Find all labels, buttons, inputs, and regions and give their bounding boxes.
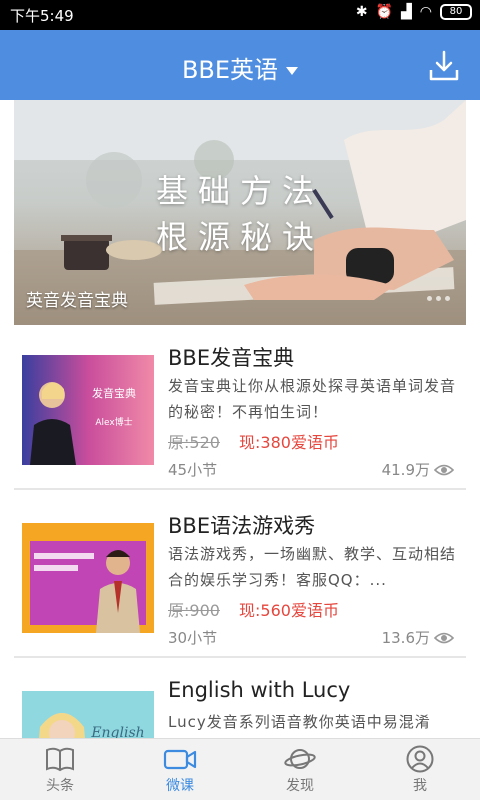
view-count: 41.9万: [382, 459, 454, 480]
original-price: 原:900: [168, 601, 220, 620]
tab-faxian[interactable]: 发现: [240, 739, 360, 800]
tab-label: 微课: [166, 778, 194, 794]
banner-headline-line1: 基础方法: [155, 172, 324, 210]
person-icon: [406, 745, 434, 773]
view-count: 13.6万: [382, 627, 454, 648]
course-thumbnail: [22, 523, 154, 633]
view-count-value: 13.6万: [381, 629, 430, 647]
tab-label: 发现: [286, 778, 314, 794]
status-time: 下午5:49: [10, 7, 74, 25]
tab-toutiao[interactable]: 头条: [0, 739, 120, 800]
banner-carousel[interactable]: 基础方法 根源秘诀 英音发音宝典: [14, 100, 466, 325]
alarm-icon: ⏰: [375, 4, 393, 20]
bottom-tab-bar: 头条 微课 发现 我: [0, 738, 480, 800]
course-description: 发音宝典让你从根源处探寻英语单词发音的秘密！不再怕生词！: [168, 377, 457, 421]
original-price: 原:520: [168, 433, 220, 452]
book-icon: [46, 747, 74, 772]
status-icons: ✱ ⏰ ▟ ◠ 80: [356, 4, 472, 20]
tab-label: 我: [413, 778, 427, 794]
carousel-dot: [436, 296, 441, 301]
carousel-indicator: [427, 296, 450, 301]
tab-me[interactable]: 我: [360, 739, 480, 800]
course-title: English with Lucy: [168, 678, 351, 702]
banner-caption: 英音发音宝典: [26, 291, 128, 311]
signal-icon: ▟: [401, 4, 412, 20]
lesson-count: 30小节: [168, 629, 218, 647]
banner-headline-line2: 根源秘诀: [155, 218, 324, 256]
status-bar: 下午5:49 ✱ ⏰ ▟ ◠ 80: [0, 0, 480, 30]
svg-text:发音宝典: 发音宝典: [92, 386, 136, 400]
divider: [14, 488, 466, 490]
video-camera-icon: [163, 749, 197, 770]
app-title-dropdown[interactable]: BBE英语: [0, 50, 480, 85]
course-item[interactable]: BBE语法游戏秀 语法游戏秀，一场幽默、教学、互动相结合的娱乐学习秀！客服QQ：…: [0, 493, 480, 658]
tab-label: 头条: [46, 778, 74, 794]
current-price: 现:560爱语币: [239, 601, 339, 620]
eye-icon: [434, 464, 454, 475]
battery-icon: 80: [440, 4, 472, 20]
course-item[interactable]: 发音宝典 Alex博士 BBE发音宝典 发音宝典让你从根源处探寻英语单词发音的秘…: [0, 325, 480, 490]
carousel-dot: [427, 296, 432, 301]
svg-text:Alex博士: Alex博士: [95, 416, 132, 428]
course-description: 语法游戏秀，一场幽默、教学、互动相结合的娱乐学习秀！客服QQ：...: [168, 545, 457, 589]
caret-down-icon: [286, 67, 299, 75]
app-header: BBE英语: [0, 30, 480, 100]
course-thumbnail: 发音宝典 Alex博士: [22, 355, 154, 465]
bluetooth-icon: ✱: [355, 4, 368, 20]
price-row: 原:520 现:380爱语币: [168, 429, 339, 453]
eye-icon: [434, 632, 454, 643]
lesson-count: 45小节: [168, 461, 218, 479]
tab-weike[interactable]: 微课: [120, 739, 240, 800]
current-price: 现:380爱语币: [239, 433, 339, 452]
price-row: 原:900 现:560爱语币: [168, 597, 339, 621]
planet-icon: [284, 749, 316, 769]
carousel-dot: [445, 296, 450, 301]
view-count-value: 41.9万: [381, 461, 430, 479]
download-icon[interactable]: [426, 48, 462, 84]
course-title: BBE发音宝典: [168, 346, 295, 370]
course-title: BBE语法游戏秀: [168, 514, 316, 538]
divider: [14, 656, 466, 658]
app-title-text: BBE英语: [181, 56, 279, 84]
wifi-icon: ◠: [419, 4, 432, 20]
